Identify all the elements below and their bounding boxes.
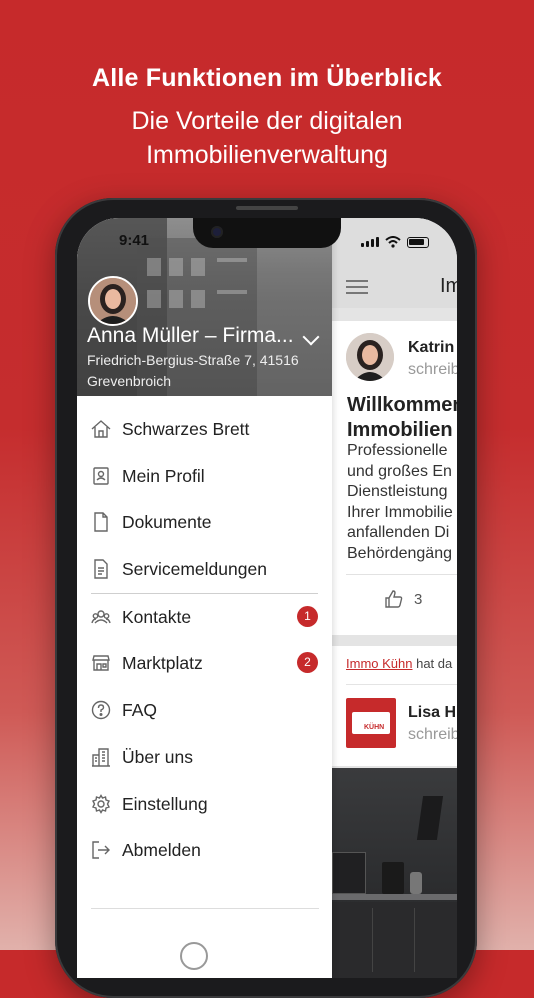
activity-meta: schreib: [408, 726, 457, 743]
menu-item-label: Marktplatz: [122, 653, 203, 674]
thumbs-up-icon: [385, 590, 403, 608]
user-name: Anna Müller – Firma...: [87, 324, 294, 347]
status-indicators: [361, 236, 429, 248]
logout-icon: [92, 841, 110, 859]
footer-logo-icon: [180, 942, 208, 970]
author-avatar: [346, 333, 394, 381]
notification-badge: 1: [297, 605, 318, 627]
address-line2: Grevenbroich: [87, 373, 172, 389]
menu-item-label: Mein Profil: [122, 465, 205, 486]
id-card-icon: [93, 466, 109, 485]
menu-item-label: Einstellung: [122, 793, 208, 814]
divider: [346, 574, 457, 575]
menu-item-label: FAQ: [122, 700, 158, 721]
store-icon: [92, 655, 110, 672]
activity-card[interactable]: Immo Kühn hat da KÜHN Lisa H schreib: [332, 646, 457, 766]
post-body-line: Behördengäng: [347, 544, 452, 562]
menu-item-dokumente[interactable]: Dokumente: [77, 499, 332, 546]
status-time: 9:41: [119, 232, 150, 249]
company-logo: KÜHN: [346, 698, 396, 748]
menu-item-label: Abmelden: [122, 840, 201, 861]
menu-item-label: Schwarzes Brett: [122, 419, 250, 439]
menu-item-faq[interactable]: FAQ: [77, 687, 332, 734]
document-icon: [94, 512, 108, 533]
contacts-icon: [91, 610, 111, 624]
menu-item-schwarzes-brett[interactable]: Schwarzes Brett: [77, 406, 332, 453]
camera-icon: [211, 226, 223, 238]
navigation-drawer: 9:41 Anna Müller – Firma... Friedrich-Be…: [77, 218, 332, 978]
post-headline-line2: Immobilien: [347, 419, 453, 441]
activity-author: Lisa H: [408, 704, 457, 721]
user-address: Friedrich-Bergius-Straße 7, 41516 Greven…: [87, 350, 317, 392]
menu-item-servicemeldungen[interactable]: Servicemeldungen: [77, 546, 332, 593]
phone-speaker: [236, 206, 298, 210]
menu-item-ueber-uns[interactable]: Über uns: [77, 734, 332, 781]
divider: [346, 684, 457, 685]
phone-notch: [193, 218, 341, 248]
menu-item-marktplatz[interactable]: Marktplatz 2: [77, 640, 332, 687]
wifi-icon: [385, 236, 401, 248]
kitchen-photo: [332, 768, 457, 978]
activity-text: Immo Kühn hat da: [346, 656, 452, 671]
menu-item-label: Über uns: [122, 746, 194, 767]
menu-item-label: Dokumente: [122, 512, 212, 533]
post-headline: Willkommen Immobilien: [347, 393, 457, 443]
menu-item-mein-profil[interactable]: Mein Profil: [77, 453, 332, 500]
post-body-line: Dienstleistung: [347, 483, 448, 500]
hero-subtitle-line2: Immobilienverwaltung: [146, 141, 388, 169]
drawer-menu: Schwarzes Brett Mein Profil Dokumente Se…: [77, 406, 332, 874]
help-icon: [91, 700, 111, 720]
post-body-line: anfallenden Di: [347, 524, 450, 541]
like-count: 3: [414, 590, 423, 608]
signal-icon: [361, 237, 379, 247]
home-icon: [91, 420, 111, 438]
feed-panel: Im Katrin schreib Willkommen Immobilien …: [332, 218, 457, 978]
notification-badge: 2: [297, 652, 318, 674]
post-meta: schreib: [408, 361, 457, 378]
divider: [91, 908, 319, 909]
post-headline-line1: Willkommen: [347, 394, 457, 416]
menu-item-abmelden[interactable]: Abmelden: [77, 827, 332, 874]
building-icon: [92, 748, 110, 767]
hero-title: Alle Funktionen im Überblick: [91, 64, 443, 92]
post-author: Katrin: [408, 339, 455, 356]
post-body-line: Ihrer Immobilie: [347, 503, 453, 521]
post-body-line: Professionelle: [347, 442, 448, 459]
company-logo-text: KÜHN: [364, 724, 385, 731]
feed-header: Im: [332, 218, 457, 308]
activity-suffix: hat da: [412, 656, 453, 671]
menu-item-einstellung[interactable]: Einstellung: [77, 781, 332, 828]
feed-title: Im: [440, 275, 457, 297]
menu-item-kontakte[interactable]: Kontakte 1: [77, 594, 332, 641]
battery-icon: [407, 236, 429, 248]
report-icon: [94, 559, 108, 579]
address-line1: Friedrich-Bergius-Straße 7, 41516: [87, 352, 299, 368]
post-card[interactable]: Katrin schreib Willkommen Immobilien Pro…: [332, 321, 457, 635]
post-body: Professionelle und großes En Dienstleist…: [347, 441, 453, 564]
phone-screen: Im Katrin schreib Willkommen Immobilien …: [77, 218, 457, 978]
menu-item-label: Servicemeldungen: [122, 559, 267, 580]
like-button[interactable]: 3: [384, 589, 422, 609]
hamburger-menu-icon[interactable]: [346, 280, 368, 298]
avatar: [88, 276, 138, 326]
hero-subtitle: Die Vorteile der digitalen Immobilienver…: [60, 104, 474, 172]
menu-item-label: Kontakte: [122, 606, 192, 627]
post-body-line: und großes En: [347, 462, 452, 480]
hero-subtitle-line1: Die Vorteile der digitalen: [131, 107, 403, 135]
gear-icon: [92, 793, 110, 814]
activity-link[interactable]: Immo Kühn: [346, 656, 412, 671]
